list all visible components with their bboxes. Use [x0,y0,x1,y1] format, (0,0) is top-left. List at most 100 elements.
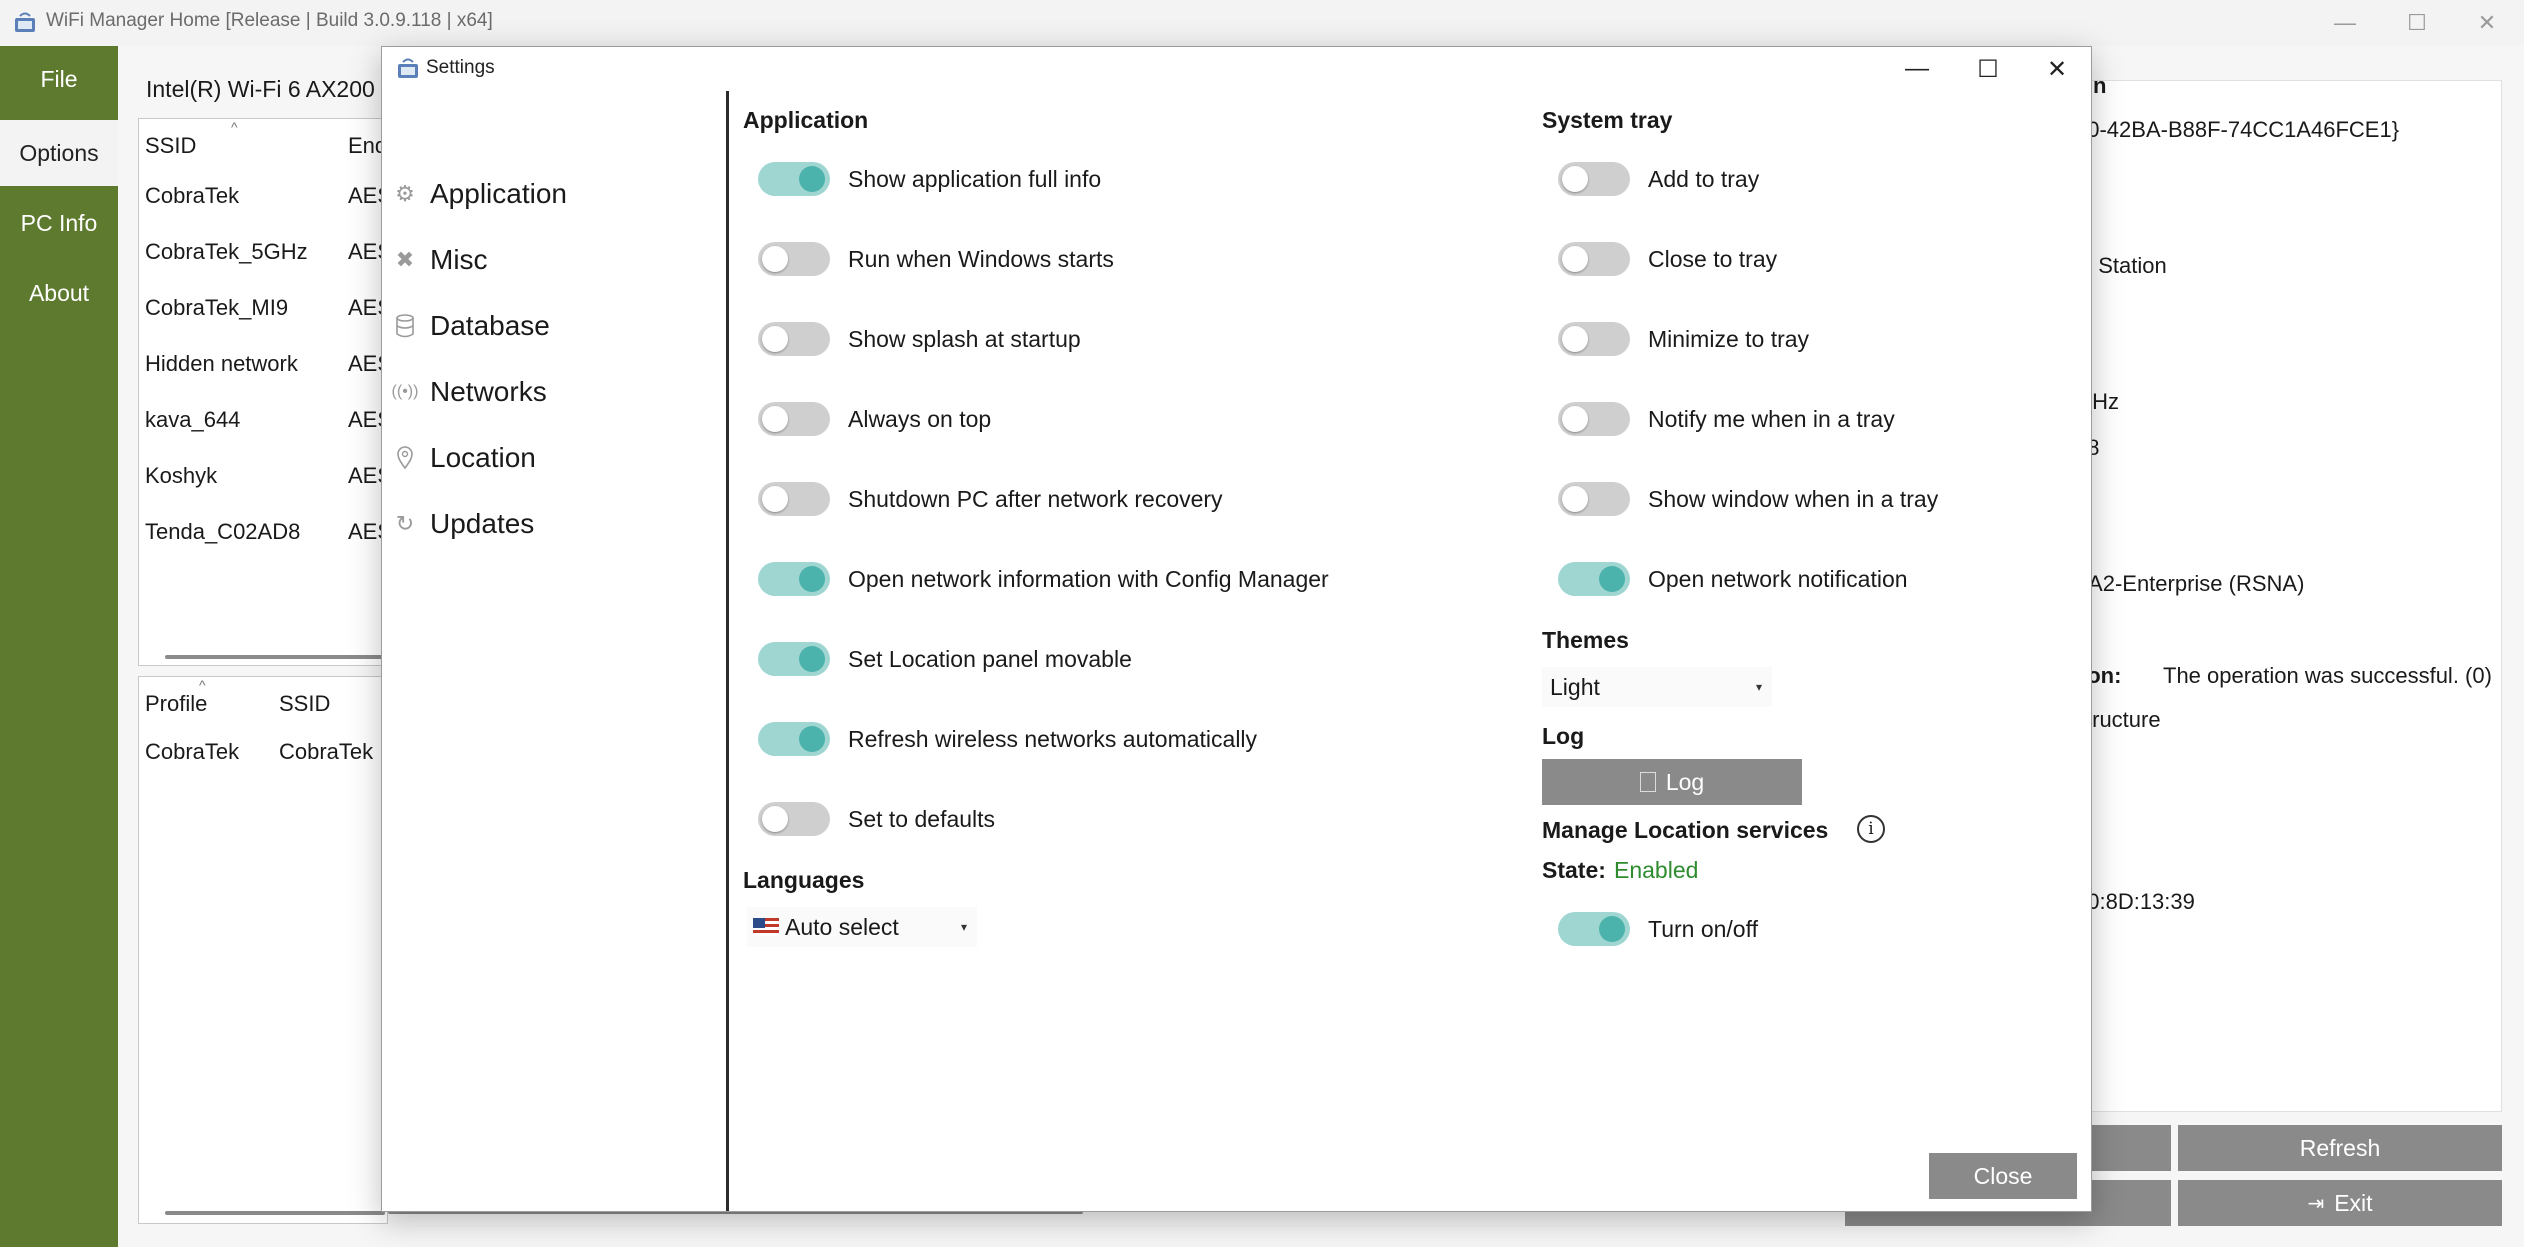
network-ssid[interactable]: CobraTek [145,183,239,209]
network-ssid[interactable]: Hidden network [145,351,298,377]
sidebar-item-location[interactable]: Location [392,433,536,483]
close-icon[interactable]: ✕ [2452,0,2522,46]
themes-heading: Themes [1542,627,1629,653]
option-label: Show application full info [848,165,1102,192]
option-run-on-startup[interactable]: Run when Windows starts [758,239,1114,279]
gear-icon: ⚙ [395,181,415,206]
option-label: Show splash at startup [848,325,1081,352]
option-label: Set to defaults [848,805,996,832]
network-details-panel: n 50-42BA-B88F-74CC1A46FCE1} i d le Stat… [2040,73,2502,1112]
theme-select[interactable]: Light ▾ [1542,667,1772,707]
location-state-value: Enabled [1614,857,1699,883]
option-location-panel-movable[interactable]: Set Location panel movable [758,639,1132,679]
exit-icon: ⇥ [2307,1192,2325,1215]
sidebar-item-database[interactable]: Database [392,301,550,351]
sidebar-item-application[interactable]: ⚙ Application [392,169,567,219]
option-label: Run when Windows starts [848,245,1114,272]
toggle-switch[interactable] [758,722,830,756]
theme-selected: Light [1550,673,1600,700]
network-ssid[interactable]: Tenda_C02AD8 [145,519,300,545]
toggle-switch[interactable] [1558,402,1630,436]
nav-options[interactable]: Options [0,120,118,186]
option-label: Shutdown PC after network recovery [848,485,1223,512]
option-open-with-config-manager[interactable]: Open network information with Config Man… [758,559,1329,599]
option-open-network-notification[interactable]: Open network notification [1558,559,1908,599]
option-set-to-defaults[interactable]: Set to defaults [758,799,995,839]
language-selected: Auto select [785,913,899,940]
language-select[interactable]: Auto select ▾ [747,907,977,947]
exit-button[interactable]: ⇥ Exit [2178,1180,2502,1226]
minimize-icon[interactable]: — [2310,0,2380,46]
networks-table: ^ SSID End CobraTek AES CobraTek_5GHz AE… [138,118,392,666]
option-close-to-tray[interactable]: Close to tray [1558,239,1777,279]
network-ssid[interactable]: CobraTek_5GHz [145,239,308,265]
option-add-to-tray[interactable]: Add to tray [1558,159,1759,199]
sidebar-item-label: Database [430,310,550,341]
log-heading: Log [1542,723,1585,749]
maximize-icon[interactable]: ☐ [1953,47,2023,91]
minimize-icon[interactable]: — [1882,47,1952,91]
languages-heading: Languages [743,867,865,893]
sidebar-item-label: Networks [430,376,547,407]
detail-value: PA2-Enterprise (RSNA) [2075,571,2305,596]
column-header-ssid[interactable]: SSID [145,133,196,159]
toggle-switch[interactable] [1558,162,1630,196]
option-label: Add to tray [1648,165,1760,192]
wireless-signal-icon: ((•)) [391,383,419,400]
sort-ascending-icon: ^ [231,119,238,135]
option-notify-in-tray[interactable]: Notify me when in a tray [1558,399,1895,439]
sidebar-item-label: Location [430,442,536,473]
profile-name[interactable]: CobraTek [145,739,239,765]
info-icon[interactable]: i [1857,815,1885,843]
toggle-switch[interactable] [1558,912,1630,946]
toggle-switch[interactable] [758,562,830,596]
toggle-switch[interactable] [1558,482,1630,516]
close-button[interactable]: Close [1929,1153,2077,1199]
option-auto-refresh-networks[interactable]: Refresh wireless networks automatically [758,719,1257,759]
option-show-splash[interactable]: Show splash at startup [758,319,1081,359]
toggle-switch[interactable] [758,162,830,196]
nav-about[interactable]: About [0,260,118,326]
option-label: Refresh wireless networks automatically [848,725,1258,752]
sidebar-item-label: Misc [430,244,488,275]
option-minimize-to-tray[interactable]: Minimize to tray [1558,319,1809,359]
toggle-switch[interactable] [1558,242,1630,276]
column-header-profile[interactable]: Profile [145,691,207,717]
profiles-table: ^ Profile SSID CobraTek CobraTek [138,676,388,1224]
detail-reason-value: The operation was successful. (0) [2163,663,2492,688]
horizontal-scrollbar[interactable] [165,655,385,659]
toggle-switch[interactable] [758,482,830,516]
sidebar-item-label: Application [430,178,567,209]
network-ssid[interactable]: kava_644 [145,407,240,433]
toggle-switch[interactable] [1558,322,1630,356]
network-ssid[interactable]: CobraTek_MI9 [145,295,288,321]
log-button[interactable]: Log [1542,759,1802,805]
maximize-icon[interactable]: ☐ [2382,0,2452,46]
toggle-switch[interactable] [758,642,830,676]
option-label: Show window when in a tray [1648,485,1939,512]
option-always-on-top[interactable]: Always on top [758,399,991,439]
details-header: n [2093,73,2107,98]
sidebar-item-label: Updates [430,508,535,539]
sidebar-item-updates[interactable]: ↻ Updates [392,499,535,549]
refresh-button[interactable]: Refresh [2178,1125,2502,1171]
toggle-switch[interactable] [758,242,830,276]
option-show-full-info[interactable]: Show application full info [758,159,1101,199]
network-ssid[interactable]: Koshyk [145,463,217,489]
toggle-switch[interactable] [758,802,830,836]
toggle-switch[interactable] [758,402,830,436]
nav-pc-info[interactable]: PC Info [0,190,118,256]
sidebar-item-networks[interactable]: ((•)) Networks [392,367,547,417]
system-tray-heading: System tray [1542,107,1673,133]
sidebar-item-misc[interactable]: ✖ Misc [392,235,488,285]
toggle-switch[interactable] [1558,562,1630,596]
toggle-switch[interactable] [758,322,830,356]
column-header-ssid[interactable]: SSID [279,691,330,717]
option-label: Notify me when in a tray [1648,405,1895,432]
horizontal-scrollbar[interactable] [165,1211,385,1215]
option-location-toggle[interactable]: Turn on/off [1558,909,1758,949]
option-shutdown-after-recovery[interactable]: Shutdown PC after network recovery [758,479,1223,519]
option-show-window-in-tray[interactable]: Show window when in a tray [1558,479,1938,519]
nav-file[interactable]: File [0,46,118,112]
close-icon[interactable]: ✕ [2022,47,2092,91]
